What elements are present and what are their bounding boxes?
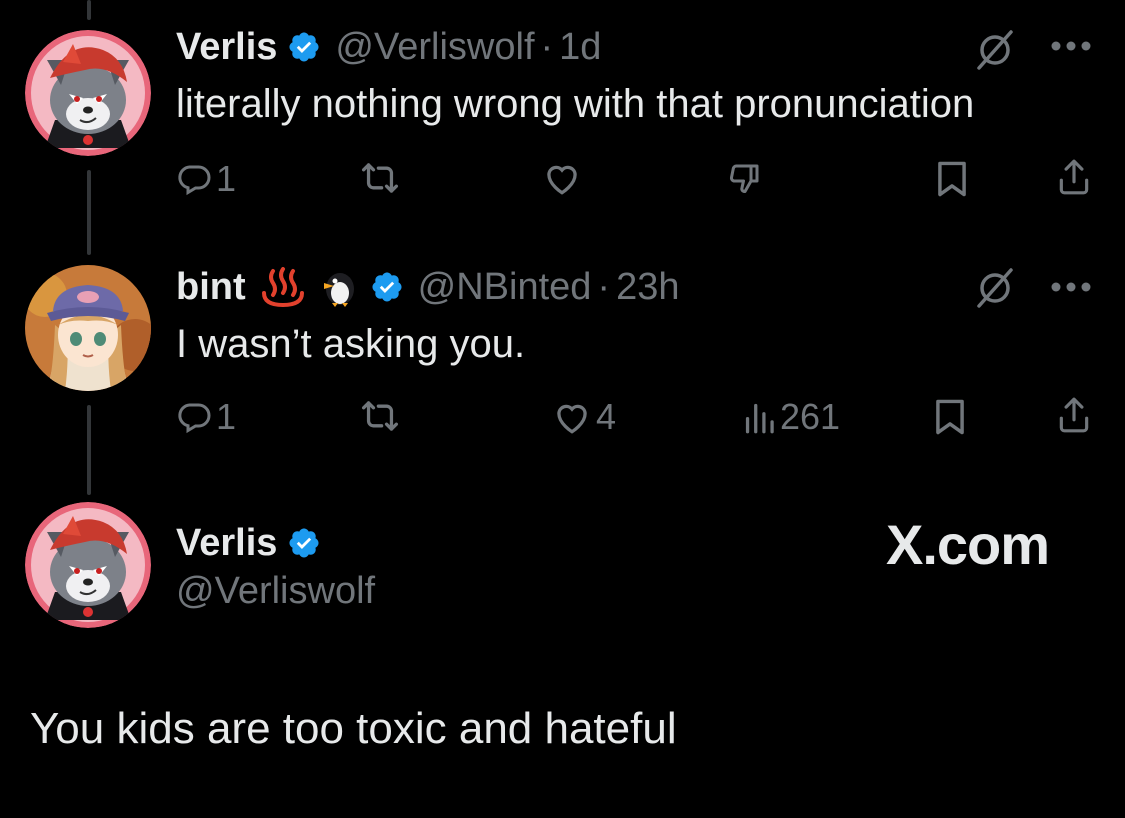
tweet-text: literally nothing wrong with that pronun…: [176, 82, 975, 126]
avatar[interactable]: [25, 30, 151, 156]
thread-line: [87, 405, 91, 495]
handle[interactable]: @Verliswolf: [335, 26, 534, 69]
separator: ·: [597, 265, 611, 308]
penguin-icon: [320, 267, 360, 307]
tweet-header: bint @NBinted · 23h: [176, 262, 679, 312]
bookmark-button[interactable]: [934, 398, 966, 436]
like-button[interactable]: [542, 160, 582, 196]
post-text: You kids are too toxic and hateful: [30, 704, 677, 753]
grok-icon[interactable]: [973, 28, 1017, 72]
grok-icon[interactable]: [973, 266, 1017, 310]
brand-logo: X.com: [886, 513, 1050, 576]
like-button[interactable]: 4: [552, 396, 616, 438]
reply-button[interactable]: 1: [176, 396, 236, 438]
timestamp[interactable]: 1d: [559, 26, 601, 69]
bookmark-button[interactable]: [936, 160, 968, 198]
handle[interactable]: @NBinted: [418, 266, 592, 309]
display-name[interactable]: bint: [176, 266, 246, 309]
display-name[interactable]: Verlis: [176, 26, 277, 69]
reply-count: 1: [216, 158, 237, 199]
thread-line: [87, 0, 91, 20]
retweet-button[interactable]: [360, 160, 400, 196]
avatar[interactable]: [25, 502, 151, 628]
display-name[interactable]: Verlis: [176, 522, 277, 565]
tweet-text: I wasn’t asking you.: [176, 322, 526, 366]
verified-badge-icon: [287, 526, 321, 560]
thread-line: [87, 170, 91, 255]
card-header: Verlis: [176, 518, 335, 568]
separator: ·: [540, 25, 554, 68]
retweet-button[interactable]: [360, 398, 400, 434]
verified-badge-icon: [287, 30, 321, 64]
dislike-button[interactable]: [726, 160, 764, 196]
avatar[interactable]: [25, 265, 151, 391]
views-button[interactable]: 261: [742, 396, 840, 438]
reply-button[interactable]: 1: [176, 158, 236, 200]
more-icon[interactable]: [1050, 40, 1092, 52]
tweet-header: Verlis @Verliswolf · 1d: [176, 22, 601, 72]
reply-count: 1: [216, 396, 237, 437]
verified-badge-icon: [370, 270, 404, 304]
view-count: 261: [780, 396, 841, 437]
hot-springs-icon: [260, 267, 306, 307]
like-count: 4: [596, 396, 617, 437]
more-icon[interactable]: [1050, 281, 1092, 293]
share-icon[interactable]: [1056, 158, 1092, 196]
share-icon[interactable]: [1056, 396, 1092, 434]
timestamp[interactable]: 23h: [616, 266, 679, 309]
handle[interactable]: @Verliswolf: [176, 570, 375, 613]
